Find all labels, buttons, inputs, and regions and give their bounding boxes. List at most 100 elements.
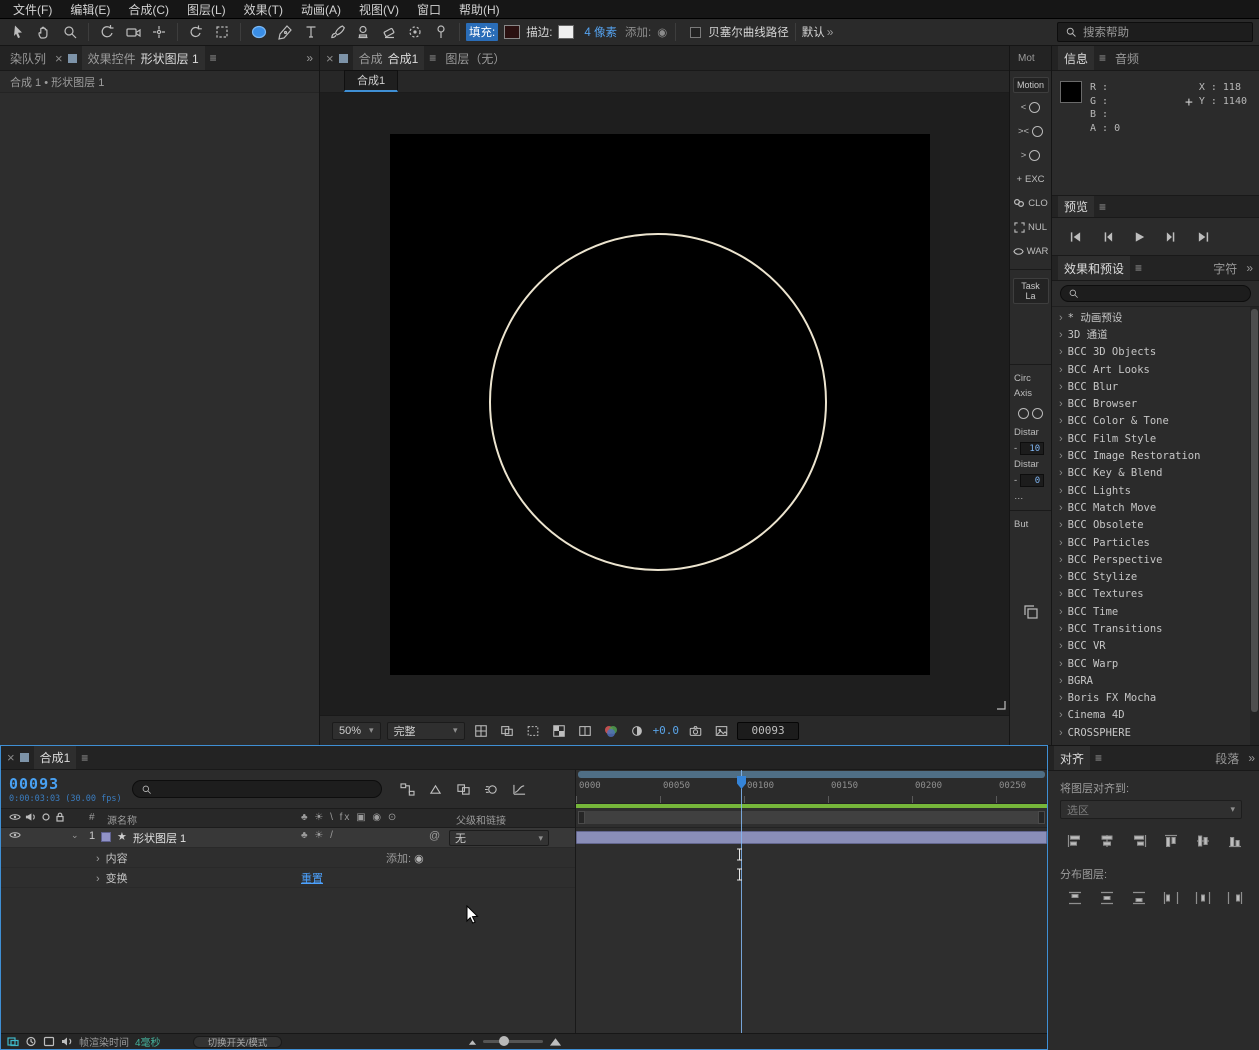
layer-switches[interactable]: ♣ ☀ / [301, 830, 335, 841]
add-label[interactable]: 添加: [625, 24, 651, 40]
camera-tool[interactable] [121, 21, 145, 43]
presets-list-item[interactable]: › BCC Art Looks [1052, 361, 1259, 378]
composition-viewport[interactable] [320, 93, 1009, 715]
layer-row-shape-layer-1[interactable]: ⌄ 1 ★ 形状图层 1 ♣ ☀ / @ 无 ▾ [1, 828, 575, 848]
motion-blur-icon[interactable] [482, 780, 502, 798]
chevron-right-icon[interactable]: › [1059, 571, 1063, 583]
chevron-right-icon[interactable]: › [1059, 485, 1063, 497]
work-area-end-handle[interactable] [1038, 811, 1045, 824]
presets-list-item[interactable]: › BCC Perspective [1052, 551, 1259, 568]
last-frame-button[interactable] [1192, 227, 1214, 247]
chevron-right-icon[interactable]: › [1059, 519, 1063, 531]
more-panels-icon[interactable]: » [306, 51, 313, 65]
play-button[interactable] [1128, 227, 1150, 247]
chevron-right-icon[interactable]: › [1059, 554, 1063, 566]
panel-resize-grip[interactable] [996, 700, 1006, 710]
presets-list-item[interactable]: › BCC Time [1052, 603, 1259, 620]
layer-name[interactable]: 形状图层 1 [133, 830, 186, 846]
chevron-right-icon[interactable]: › [1059, 709, 1063, 721]
parent-pickwhip-icon[interactable]: @ [429, 830, 440, 842]
zoom-slider-knob[interactable] [499, 1036, 509, 1046]
menu-item[interactable]: 视图(V) [350, 0, 408, 19]
chevron-right-icon[interactable]: › [1059, 467, 1063, 479]
live-update-icon[interactable] [25, 1036, 37, 1047]
align-vertical-center-button[interactable] [1188, 829, 1217, 852]
scrollbar-thumb[interactable] [1251, 309, 1258, 712]
menu-item[interactable]: 窗口 [408, 0, 450, 19]
fill-label[interactable]: 填充: [466, 23, 498, 41]
align-left-button[interactable] [1060, 829, 1089, 852]
mask-tool[interactable] [184, 21, 208, 43]
align-top-button[interactable] [1156, 829, 1185, 852]
next-frame-button[interactable] [1160, 227, 1182, 247]
reset-exposure-icon[interactable] [627, 721, 647, 741]
panel-menu-icon[interactable]: ≡ [429, 51, 436, 65]
close-icon[interactable]: × [55, 52, 63, 65]
presets-list-item[interactable]: › BCC Textures [1052, 586, 1259, 603]
eraser-tool[interactable] [377, 21, 401, 43]
zoom-out-mountain-icon[interactable] [468, 1038, 477, 1046]
tab-composition[interactable]: 合成 合成1 [353, 46, 425, 70]
distribute-top-button[interactable] [1060, 886, 1089, 909]
zoom-slider-track[interactable] [483, 1040, 543, 1043]
time-navigator-bar[interactable] [578, 771, 1045, 778]
presets-list-item[interactable]: › BCC Obsolete [1052, 517, 1259, 534]
menu-item[interactable]: 图层(L) [178, 0, 235, 19]
more-panels-icon[interactable]: » [1248, 751, 1255, 765]
launch-panel-icon[interactable] [1023, 604, 1039, 620]
tab-audio[interactable]: 音频 [1111, 50, 1143, 67]
circ-panel-label[interactable]: Circ [1010, 373, 1031, 384]
chevron-right-icon[interactable]: › [1059, 675, 1063, 687]
presets-list-item[interactable]: › BCC Warp [1052, 655, 1259, 672]
frame-blending-icon[interactable] [454, 780, 474, 798]
presets-list-item[interactable]: › BCC Key & Blend [1052, 465, 1259, 482]
chevron-right-icon[interactable]: › [1059, 588, 1063, 600]
transform-reset-link[interactable]: 重置 [301, 870, 323, 886]
chevron-right-icon[interactable]: › [1059, 433, 1063, 445]
task-launcher-button[interactable]: Task La [1013, 278, 1049, 304]
work-area-row[interactable] [576, 808, 1047, 828]
draft-icon[interactable] [43, 1036, 55, 1047]
align-horizontal-center-button[interactable] [1092, 829, 1121, 852]
time-ruler[interactable]: 00000005000100001500020000250 [576, 778, 1047, 804]
panel-menu-icon[interactable]: ≡ [210, 51, 217, 65]
timeline-track-area[interactable]: 00000005000100001500020000250 [576, 770, 1047, 1033]
zoom-in-mountain-icon[interactable] [549, 1036, 562, 1047]
presets-list-item[interactable]: › * 动画预设 [1052, 309, 1259, 326]
add-property-control[interactable]: 添加: ◉ [386, 850, 424, 866]
rotation-tool[interactable] [95, 21, 119, 43]
motion-anchor-left[interactable]: < [1021, 97, 1041, 117]
timeline-zoom-control[interactable] [468, 1036, 562, 1047]
presets-scrollbar[interactable] [1250, 307, 1259, 745]
resolution-select[interactable]: 完整▾ [387, 722, 465, 740]
clone-button[interactable]: CLO [1013, 193, 1048, 213]
menu-item[interactable]: 动画(A) [292, 0, 350, 19]
tab-timeline-comp1[interactable]: 合成1 [34, 746, 77, 769]
presets-list-item[interactable]: › BCC Image Restoration [1052, 447, 1259, 464]
chevron-right-icon[interactable]: › [1059, 640, 1063, 652]
type-tool[interactable] [299, 21, 323, 43]
distribute-left-button[interactable] [1156, 886, 1185, 909]
collapse-arrow-icon[interactable]: ⌄ [71, 830, 79, 841]
menu-item[interactable]: 帮助(H) [450, 0, 509, 19]
axis-toggle[interactable] [1018, 403, 1043, 423]
current-time-display[interactable]: 00093 [9, 775, 122, 793]
layer-duration-row[interactable] [576, 828, 1047, 848]
tab-info[interactable]: 信息 [1058, 46, 1094, 70]
tab-render-queue[interactable]: 染队列 [6, 50, 50, 67]
add-arrow-icon[interactable]: ◉ [414, 853, 424, 865]
timeline-search-input[interactable] [132, 780, 382, 798]
presets-list-item[interactable]: › Cinema 4D [1052, 707, 1259, 724]
presets-list-item[interactable]: › CROSSPHERE [1052, 724, 1259, 741]
panel-menu-icon[interactable]: ≡ [1135, 261, 1142, 275]
chevron-right-icon[interactable]: › [1059, 623, 1063, 635]
presets-list-item[interactable]: › 3D 通道 [1052, 326, 1259, 343]
tab-motion[interactable]: Mot [1014, 53, 1039, 64]
pen-tool[interactable] [273, 21, 297, 43]
motion-anchor-right[interactable]: > [1021, 145, 1041, 165]
tab-paragraph[interactable]: 段落 [1211, 750, 1243, 767]
region-of-interest-tool[interactable] [210, 21, 234, 43]
hand-tool[interactable] [32, 21, 56, 43]
previous-frame-button[interactable] [1096, 227, 1118, 247]
chevron-right-icon[interactable]: › [1059, 692, 1063, 704]
